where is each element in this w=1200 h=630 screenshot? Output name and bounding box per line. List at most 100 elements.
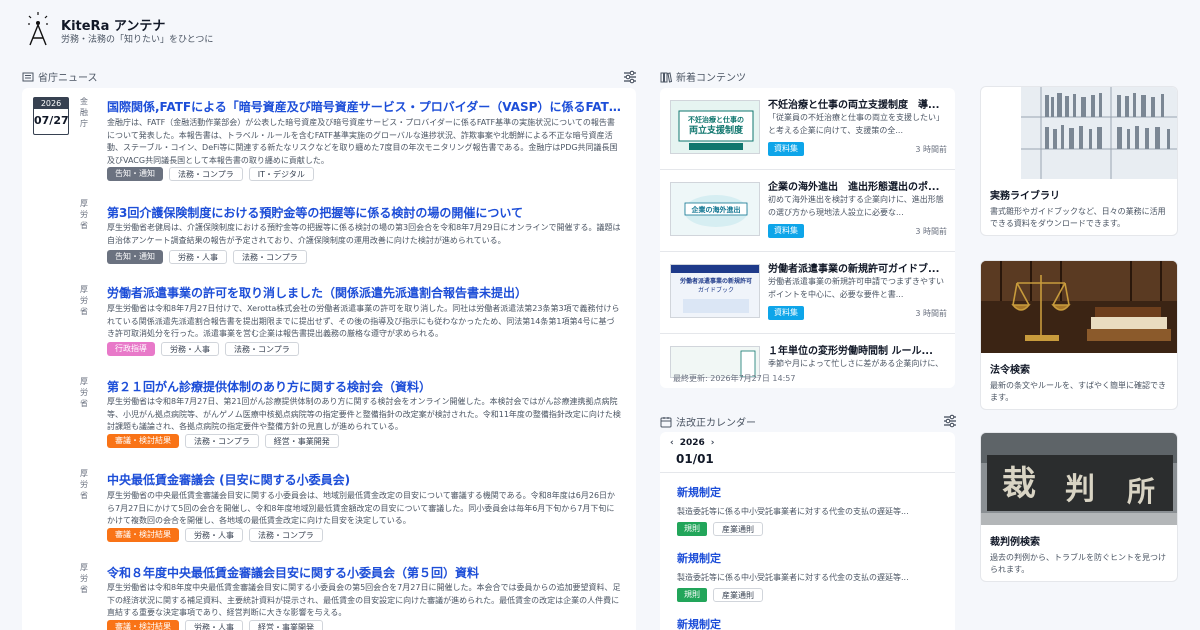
news-tag[interactable]: 法務・コンプラ xyxy=(249,528,323,542)
calendar-year-nav: ‹ 2026 › xyxy=(670,438,715,448)
news-body: 厚生労働省は令和8年7月27日付けで、Xerotta株式会社の労働者派遣事業の許… xyxy=(107,304,620,338)
news-body: 厚生労働省老健局は、介護保険制度における預貯金等の把握等に係る検討の場の第3回会… xyxy=(107,223,621,245)
contents-section-heading: 新着コンテンツ xyxy=(660,69,746,84)
news-agency: 厚労省 xyxy=(80,469,88,500)
news-date-day: 07/27 xyxy=(34,114,69,127)
calendar-item[interactable]: 新規制定 製造委託等に係る中小受託事業者に対する代金の支払の遅延等... 規則 … xyxy=(677,550,947,602)
news-tags: 行政指導 労務・人事 法務・コンプラ xyxy=(107,342,299,356)
calendar-item-tags: 規則 産業通則 xyxy=(677,522,947,536)
svg-text:両立支援制度: 両立支援制度 xyxy=(689,124,744,136)
chevron-right-icon[interactable]: › xyxy=(711,438,715,448)
svg-text:労働者派遣事業の新規許可: 労働者派遣事業の新規許可 xyxy=(680,277,752,285)
calendar-item-tags: 規則 産業通則 xyxy=(677,588,947,602)
content-tag: 資料集 xyxy=(768,224,804,238)
news-date-year: 2026 xyxy=(34,98,68,109)
news-tags: 告知・通知 法務・コンプラ IT・デジタル xyxy=(107,167,314,181)
news-agency: 厚労省 xyxy=(80,377,88,408)
content-desc: 初めて海外進出を検討する企業向けに、進出形態の選び方から現地法人設立に必要な..… xyxy=(768,195,944,217)
content-title[interactable]: 労働者派遣事業の新規許可ガイドブ... xyxy=(768,260,948,275)
news-tag-category[interactable]: 行政指導 xyxy=(107,342,155,356)
card-desc: 最新の条文やルールを、すばやく簡単に確認できます。 xyxy=(990,381,1166,402)
law-scales-image xyxy=(981,261,1177,353)
news-title-link[interactable]: 国際関係,FATFによる「暗号資産及び暗号資産サービス・プロバイダー（VASP）… xyxy=(107,98,621,115)
card-library[interactable]: 実務ライブラリ 書式雛形やガイドブックなど、日々の業務に活用できる資料をダウンロ… xyxy=(980,86,1178,236)
content-item[interactable]: 不妊治療と仕事の 両立支援制度 不妊治療と仕事の両立支援制度 導... 「従業員… xyxy=(660,88,955,170)
antenna-logo-icon[interactable] xyxy=(27,12,49,46)
content-title[interactable]: １年単位の変形労働時間制 ルール... xyxy=(768,342,948,357)
news-tag-category[interactable]: 告知・通知 xyxy=(107,250,163,264)
news-tag[interactable]: 法務・コンプラ xyxy=(169,167,243,181)
news-body: 厚生労働省は令和8年7月27日、第21回がん診療提供体制のあり方に関する検討会を… xyxy=(107,397,621,431)
svg-text:ガイドブック: ガイドブック xyxy=(698,286,734,294)
content-item[interactable]: 労働者派遣事業の新規許可 ガイドブック 労働者派遣事業の新規許可ガイドブ... … xyxy=(660,252,955,334)
calendar-panel: ‹ 2026 › 01/01 新規制定 製造委託等に係る中小受託事業者に対する代… xyxy=(660,432,955,630)
news-tags: 審議・検討結果 労務・人事 経営・事業開発 xyxy=(107,620,323,630)
divider xyxy=(660,472,955,473)
card-title: 法令検索 xyxy=(990,365,1030,376)
news-title-link[interactable]: 中央最低賃金審議会 (目安に関する小委員会) xyxy=(107,471,621,488)
content-title[interactable]: 不妊治療と仕事の両立支援制度 導... xyxy=(768,96,948,111)
content-tag: 資料集 xyxy=(768,142,804,156)
news-tag[interactable]: IT・デジタル xyxy=(248,167,314,181)
court-sign-char: 所 xyxy=(1127,475,1155,508)
content-thumbnail: 企業の海外進出 xyxy=(670,182,760,236)
calendar-item-title[interactable]: 新規制定 xyxy=(677,616,947,630)
svg-text:企業の海外進出: 企業の海外進出 xyxy=(691,205,741,214)
app-header: KiteRa アンテナ 労務・法務の「知りたい」をひとつに xyxy=(0,0,1200,60)
thumbnail-image: 企業の海外進出 xyxy=(671,183,759,235)
calendar-item-title[interactable]: 新規制定 xyxy=(677,484,947,500)
calendar-item[interactable]: 新規制定 製造委託等に係る中小受託事業者に対する代金の支払の遅延等... 規則 … xyxy=(677,484,947,536)
news-tag[interactable]: 労務・人事 xyxy=(185,528,243,542)
svg-text:不妊治療と仕事の: 不妊治療と仕事の xyxy=(688,115,744,124)
news-body: 厚生労働省の中央最低賃金審議会目安に関する小委員会は、地域別最低賃金改定の目安に… xyxy=(107,491,616,525)
calendar-item-title[interactable]: 新規制定 xyxy=(677,550,947,566)
news-title-link[interactable]: 令和８年度中央最低賃金審議会目安に関する小委員会（第５回）資料 xyxy=(107,564,621,581)
content-time: 3 時間前 xyxy=(915,227,947,236)
news-tag-category[interactable]: 審議・検討結果 xyxy=(107,434,179,448)
card-law-search[interactable]: 法令検索 最新の条文やルールを、すばやく簡単に確認できます。 xyxy=(980,260,1178,410)
content-time: 3 時間前 xyxy=(915,145,947,154)
news-tag-category[interactable]: 審議・検討結果 xyxy=(107,528,179,542)
newspaper-icon xyxy=(22,72,34,81)
court-sign-char: 判 xyxy=(1065,472,1095,507)
news-tag[interactable]: 法務・コンプラ xyxy=(233,250,307,264)
card-title: 裁判例検索 xyxy=(990,537,1040,548)
news-body: 金融庁は、FATF（金融活動作業部会）が公表した暗号資産及び暗号資産サービス・プ… xyxy=(107,118,618,165)
content-item[interactable]: 企業の海外進出 企業の海外進出 進出形態選出のポ... 初めて海外進出を検討する… xyxy=(660,170,955,252)
library-image xyxy=(981,87,1177,179)
news-title-link[interactable]: 第２１回がん診療提供体制のあり方に関する検討会（資料） xyxy=(107,378,621,395)
card-desc: 過去の判例から、トラブルを防ぐヒントを見つけられます。 xyxy=(990,553,1166,574)
content-time: 3 時間前 xyxy=(915,309,947,318)
contents-heading: 新着コンテンツ xyxy=(676,73,746,84)
calendar-icon xyxy=(660,416,672,427)
news-tag[interactable]: 労務・人事 xyxy=(169,250,227,264)
news-tag-category[interactable]: 審議・検討結果 xyxy=(107,620,179,630)
content-tag: 資料集 xyxy=(768,306,804,320)
news-title-link[interactable]: 労働者派遣事業の許可を取り消しました（関係派遣先派遣割合報告書未提出） xyxy=(107,284,621,301)
news-title-link[interactable]: 第3回介護保険制度における預貯金等の把握等に係る検討の場の開催について xyxy=(107,204,621,221)
news-tag[interactable]: 経営・事業開発 xyxy=(249,620,323,630)
card-title: 実務ライブラリ xyxy=(990,191,1060,202)
news-tag[interactable]: 労務・人事 xyxy=(161,342,219,356)
calendar-filter-icon[interactable] xyxy=(942,413,958,429)
chevron-left-icon[interactable]: ‹ xyxy=(670,438,674,448)
card-case-search[interactable]: 裁 判 所 裁判例検索 過去の判例から、トラブルを防ぐヒントを見つけられます。 xyxy=(980,432,1178,582)
app-subtitle: 労務・法務の「知りたい」をひとつに xyxy=(61,35,214,45)
contents-panel: 不妊治療と仕事の 両立支援制度 不妊治療と仕事の両立支援制度 導... 「従業員… xyxy=(660,88,955,388)
news-agency: 金融庁 xyxy=(80,97,88,128)
calendar-item[interactable]: 新規制定 xyxy=(677,616,947,630)
news-tag[interactable]: 労務・人事 xyxy=(185,620,243,630)
news-tags: 告知・通知 労務・人事 法務・コンプラ xyxy=(107,250,307,264)
calendar-section-heading: 法改正カレンダー xyxy=(660,414,756,429)
news-tag-category[interactable]: 告知・通知 xyxy=(107,167,163,181)
news-tag[interactable]: 法務・コンプラ xyxy=(225,342,299,356)
content-title[interactable]: 企業の海外進出 進出形態選出のポ... xyxy=(768,178,948,193)
card-desc: 書式雛形やガイドブックなど、日々の業務に活用できる資料をダウンロードできます。 xyxy=(990,207,1166,228)
news-tag[interactable]: 法務・コンプラ xyxy=(185,434,259,448)
news-filter-icon[interactable] xyxy=(622,69,638,85)
news-tag[interactable]: 経営・事業開発 xyxy=(264,434,339,448)
content-thumbnail: 労働者派遣事業の新規許可 ガイドブック xyxy=(670,264,760,318)
news-agency: 厚労省 xyxy=(80,199,88,230)
news-agency: 厚労省 xyxy=(80,285,88,316)
news-agency: 厚労省 xyxy=(80,563,88,594)
